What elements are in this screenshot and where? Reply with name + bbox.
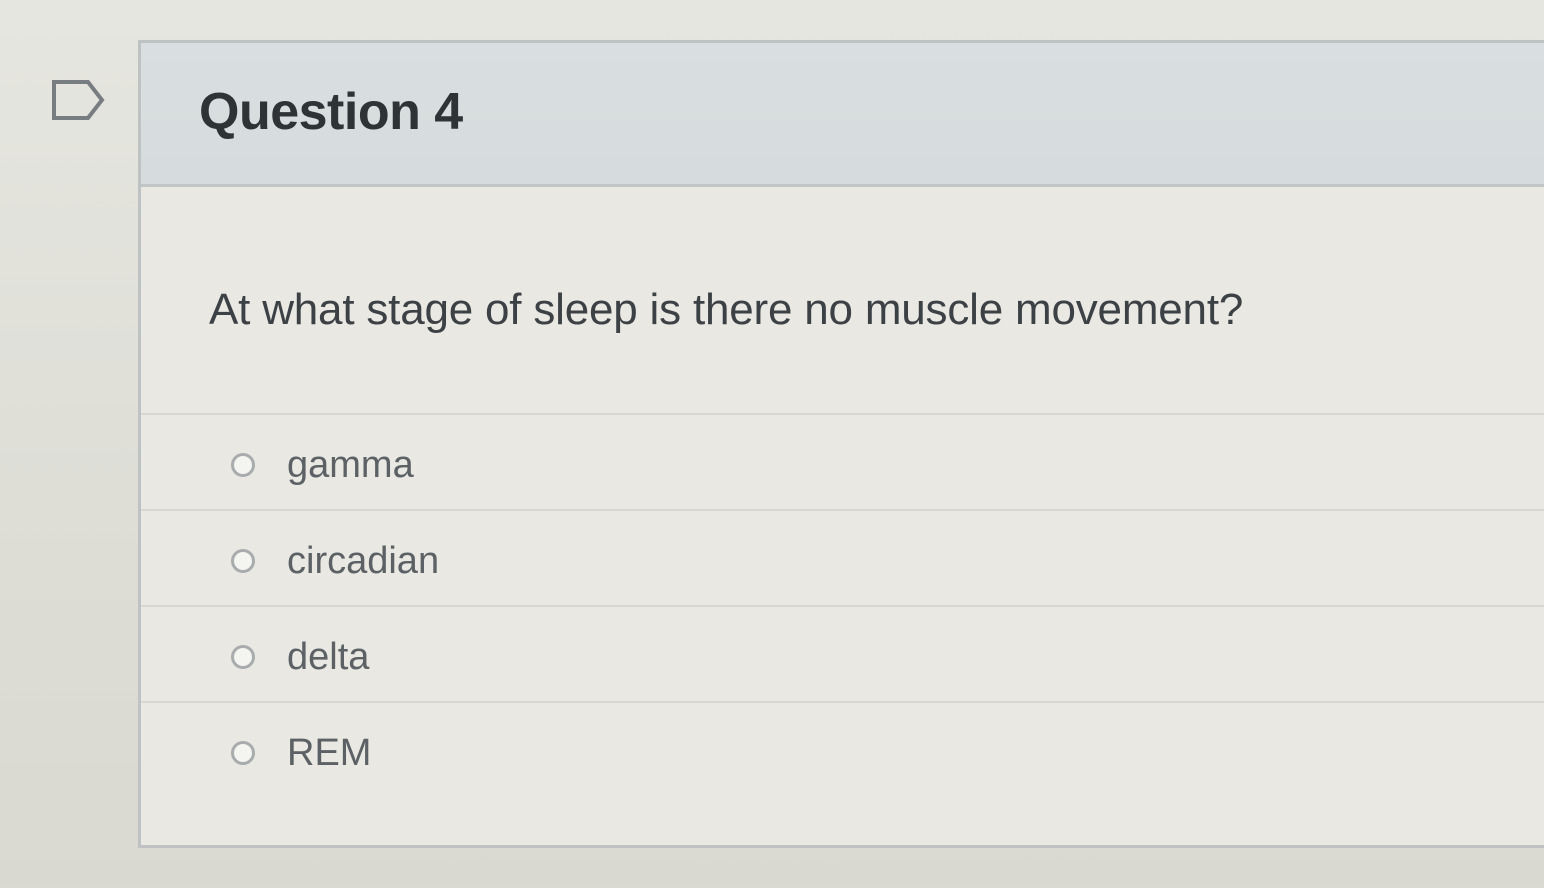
answer-option-gamma[interactable]: gamma — [141, 413, 1544, 509]
question-sidebar — [0, 0, 138, 888]
question-card: Question 4 At what stage of sleep is the… — [138, 40, 1544, 848]
radio-button[interactable] — [231, 741, 255, 765]
radio-button[interactable] — [231, 645, 255, 669]
answer-option-delta[interactable]: delta — [141, 605, 1544, 701]
answer-label: delta — [287, 636, 370, 678]
question-body: At what stage of sleep is there no muscl… — [141, 187, 1544, 845]
question-title: Question 4 — [199, 83, 463, 141]
answer-label: circadian — [287, 540, 440, 582]
question-text: At what stage of sleep is there no muscl… — [209, 285, 1244, 334]
radio-button[interactable] — [231, 549, 255, 573]
answer-option-circadian[interactable]: circadian — [141, 509, 1544, 605]
radio-button[interactable] — [231, 453, 255, 477]
flag-icon[interactable] — [52, 80, 106, 120]
answer-label: REM — [287, 732, 372, 774]
question-header: Question 4 — [141, 43, 1544, 187]
answer-list: gamma circadian delta REM — [141, 413, 1544, 797]
answer-option-rem[interactable]: REM — [141, 701, 1544, 797]
answer-label: gamma — [287, 444, 414, 486]
